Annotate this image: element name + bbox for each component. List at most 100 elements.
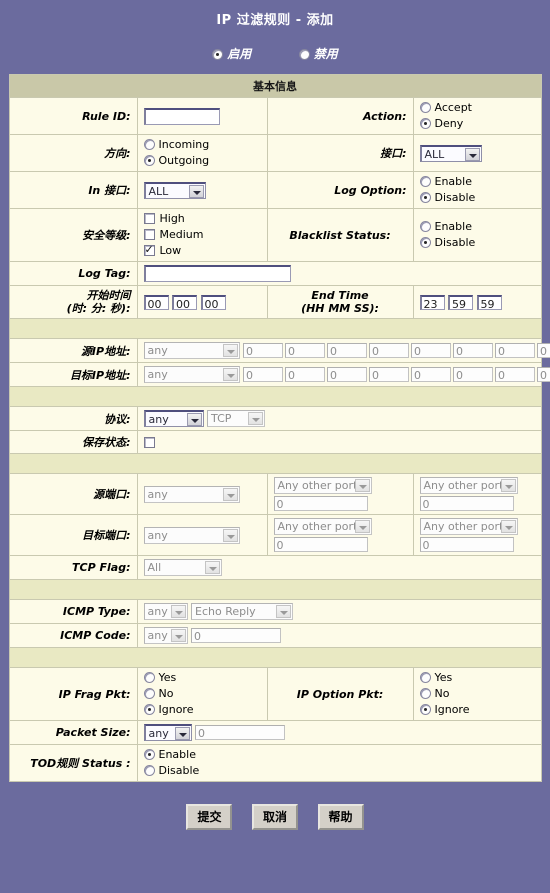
checkbox-security-medium[interactable]: Medium: [143, 228, 261, 242]
radio-ip-frag-ignore[interactable]: Ignore: [143, 703, 261, 717]
cancel-button[interactable]: 取消: [251, 804, 298, 830]
radio-dot-icon: [143, 765, 155, 776]
table-row: [8, 579, 542, 600]
dest-ip-octet-4[interactable]: 0: [369, 367, 409, 382]
icmp-code-mode-select[interactable]: any: [143, 627, 188, 644]
source-ip-octet-1[interactable]: 0: [243, 343, 283, 358]
cell-ip-option-pkt: Yes No Ignore: [412, 667, 542, 721]
dest-port-from-input[interactable]: 0: [273, 537, 368, 552]
radio-action-accept-label: Accept: [434, 101, 473, 114]
cell-tod-status: Enable Disable: [136, 744, 542, 782]
dest-port-to-input[interactable]: 0: [419, 537, 514, 552]
source-ip-octet-2[interactable]: 0: [285, 343, 325, 358]
ip-filter-form: 基本信息 Rule ID: Action: Accept Deny 方向: In…: [8, 74, 550, 782]
protocol-type-select[interactable]: TCP: [207, 410, 265, 427]
in-interface-select[interactable]: ALL: [143, 181, 206, 199]
save-state-checkbox[interactable]: [143, 436, 155, 448]
radio-ip-frag-yes[interactable]: Yes: [143, 671, 261, 685]
start-time-hh-input[interactable]: 00: [143, 294, 169, 311]
source-ip-octet-3[interactable]: 0: [327, 343, 367, 358]
radio-rule-disable[interactable]: 禁用: [298, 45, 338, 62]
dest-ip-mask-2[interactable]: 0: [453, 367, 493, 382]
tcp-flag-select[interactable]: All: [143, 559, 222, 576]
icmp-type-mode-select[interactable]: any: [143, 603, 188, 620]
dest-ip-mask-4[interactable]: 0: [537, 367, 550, 382]
chevron-down-icon: [500, 479, 516, 492]
end-time-hh-input[interactable]: 23: [419, 294, 445, 311]
dest-ip-octet-1[interactable]: 0: [243, 367, 283, 382]
packet-size-input[interactable]: 0: [195, 725, 285, 740]
table-row: TOD规则 Status : Enable Disable: [8, 744, 542, 782]
dest-ip-mask-1[interactable]: 0: [411, 367, 451, 382]
label-direction: 方向:: [8, 134, 138, 172]
source-port-mode-select[interactable]: any: [143, 485, 240, 503]
table-row: IP Frag Pkt: Yes No Ignore IP Option Pkt…: [8, 667, 542, 721]
end-time-ss-input[interactable]: 59: [476, 294, 502, 311]
radio-tod-disable[interactable]: Disable: [143, 764, 535, 778]
radio-dot-icon: [419, 221, 431, 232]
checkbox-security-low[interactable]: Low: [143, 243, 261, 258]
radio-ip-option-ignore[interactable]: Ignore: [419, 703, 535, 717]
section-header-basic: 基本信息: [8, 74, 542, 98]
icmp-type-value-select[interactable]: Echo Reply: [191, 603, 293, 620]
label-tod-status: TOD规则 Status :: [8, 744, 138, 782]
source-ip-mask-2[interactable]: 0: [453, 343, 493, 358]
radio-direction-incoming[interactable]: Incoming: [143, 138, 261, 152]
end-time-mm-input[interactable]: 59: [448, 294, 473, 311]
radio-action-deny[interactable]: Deny: [419, 117, 535, 131]
radio-rule-enable[interactable]: 启用: [212, 45, 251, 62]
section-divider: [8, 453, 542, 474]
icmp-code-input[interactable]: 0: [191, 628, 281, 643]
dest-ip-octet-3[interactable]: 0: [327, 367, 367, 382]
radio-ip-frag-no[interactable]: No: [143, 687, 261, 701]
rule-id-input[interactable]: [143, 107, 220, 125]
source-ip-mask-3[interactable]: 0: [495, 343, 535, 358]
source-port-to-select[interactable]: Any other port: [419, 477, 518, 494]
cell-source-port-to: Any other port 0: [412, 473, 542, 515]
dest-ip-octet-2[interactable]: 0: [285, 367, 325, 382]
source-port-from-input[interactable]: 0: [273, 496, 368, 511]
dest-port-from-select[interactable]: Any other port: [273, 518, 372, 535]
radio-action-accept[interactable]: Accept: [419, 101, 535, 115]
source-ip-mask-4[interactable]: 0: [537, 343, 550, 358]
cell-ip-frag-pkt: Yes No Ignore: [136, 667, 268, 721]
dest-port-to-select[interactable]: Any other port: [419, 518, 518, 535]
source-ip-mode-select[interactable]: any: [143, 342, 240, 359]
dest-ip-mask-3[interactable]: 0: [495, 367, 535, 382]
label-end-time-line1: End Time: [311, 289, 369, 302]
protocol-mode-select[interactable]: any: [143, 410, 204, 427]
chevron-down-icon: [276, 605, 291, 618]
submit-button[interactable]: 提交: [186, 804, 233, 830]
interface-select[interactable]: ALL: [419, 144, 482, 162]
checkbox-security-high[interactable]: High: [143, 212, 261, 226]
chevron-down-icon: [222, 528, 238, 542]
checkbox-icon: [143, 229, 155, 240]
radio-blacklist-disable[interactable]: Disable: [419, 236, 535, 250]
radio-direction-outgoing[interactable]: Outgoing: [143, 154, 261, 168]
dest-port-mode-select[interactable]: any: [143, 526, 240, 544]
label-action: Action:: [266, 97, 414, 135]
packet-size-mode-select[interactable]: any: [143, 724, 192, 741]
radio-tod-enable[interactable]: Enable: [143, 748, 535, 762]
start-time-ss-input[interactable]: 00: [200, 294, 226, 311]
log-tag-input[interactable]: [143, 265, 291, 282]
start-time-mm-input[interactable]: 00: [172, 294, 197, 311]
help-button[interactable]: 帮助: [317, 804, 364, 830]
source-port-to-input[interactable]: 0: [419, 496, 514, 511]
source-port-from-select[interactable]: Any other port: [273, 477, 372, 494]
radio-log-disable[interactable]: Disable: [419, 191, 535, 205]
cell-log-tag: [136, 261, 542, 286]
radio-ip-option-no[interactable]: No: [419, 687, 535, 701]
radio-rule-enable-label: 启用: [227, 47, 252, 61]
cell-end-time: 23 59 59: [412, 285, 542, 319]
radio-ip-option-yes[interactable]: Yes: [419, 671, 535, 685]
radio-log-enable[interactable]: Enable: [419, 175, 535, 189]
source-ip-mask-1[interactable]: 0: [411, 343, 451, 358]
protocol-type-value: TCP: [211, 412, 232, 425]
chevron-down-icon: [188, 184, 204, 198]
dest-ip-mode-select[interactable]: any: [143, 366, 240, 383]
source-ip-octet-4[interactable]: 0: [369, 343, 409, 358]
cell-start-time: 00 00 00: [136, 285, 268, 319]
cell-dest-port-to: Any other port 0: [412, 514, 542, 556]
radio-blacklist-enable[interactable]: Enable: [419, 220, 535, 234]
